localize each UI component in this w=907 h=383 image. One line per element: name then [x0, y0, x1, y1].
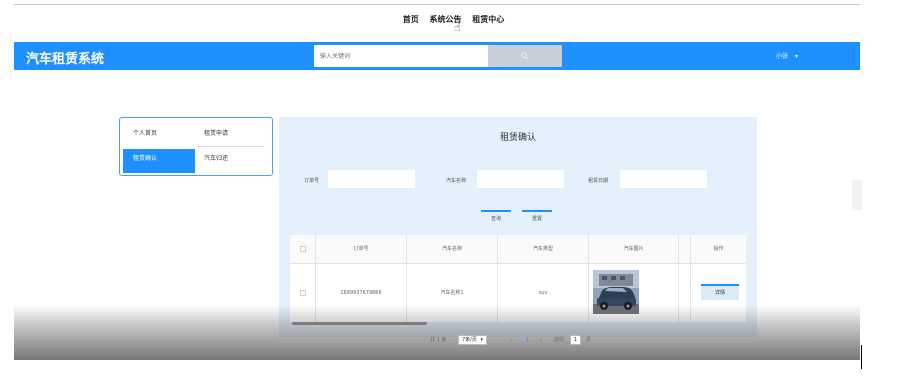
page-size-value: 7条/页 [462, 337, 477, 343]
menu-item-rental-apply[interactable]: 租赁申请 [194, 124, 262, 144]
side-menu: 个人首页 租赁申请 租赁确认 汽车归还 [119, 117, 273, 176]
menu-divider [198, 146, 264, 147]
query-button[interactable]: 查询 [481, 210, 511, 225]
page-title: 租赁确认 [499, 133, 536, 143]
chevron-down-icon: ▾ [480, 337, 483, 343]
search-icon [521, 52, 529, 60]
pager-goto-label: 前往 [554, 337, 565, 343]
pager-next-button[interactable]: › [540, 335, 542, 345]
table-header-select [290, 235, 315, 264]
detail-button[interactable]: 详情 [701, 284, 739, 300]
pager-prev-button[interactable]: ‹ [510, 335, 512, 345]
page-size-select[interactable]: 7条/页 ▾ [458, 335, 487, 345]
window-edge-line [861, 345, 862, 369]
table-header-car-type: 汽车类型 [498, 235, 588, 264]
user-menu[interactable]: 小张 ▾ [776, 51, 798, 60]
table-header-order-no: 订单号 [316, 235, 406, 264]
nav-rental-center[interactable]: 租赁中心 [472, 14, 504, 25]
chevron-down-icon: ▾ [794, 53, 798, 60]
menu-item-car-return[interactable]: 汽车归还 [194, 149, 262, 169]
menu-item-personal-home[interactable]: 个人首页 [123, 124, 191, 144]
bottom-fade-overlay [14, 305, 860, 360]
hand-cursor-icon: ☝ [454, 21, 461, 34]
car-name-label: 汽车名称 [446, 178, 467, 184]
order-no-label: 订单号 [304, 178, 320, 184]
top-divider [14, 4, 860, 5]
menu-item-rental-confirm[interactable]: 租赁确认 [123, 149, 195, 173]
select-all-checkbox[interactable] [299, 245, 306, 252]
search-input[interactable] [314, 45, 488, 67]
pager-total: 共 1 条 [430, 337, 447, 343]
user-name: 小张 [776, 53, 789, 60]
rent-date-label: 租赁日期 [588, 178, 609, 184]
header-bar: 汽车租赁系统 小张 ▾ [14, 42, 860, 70]
car-name-input[interactable] [477, 170, 564, 188]
table-header-spacer [679, 235, 690, 264]
right-edge-shade [852, 180, 862, 210]
table-header-car-image: 汽车图片 [589, 235, 678, 264]
pager-current-page[interactable]: 1 [526, 335, 529, 345]
rent-date-input[interactable] [620, 170, 707, 188]
table-header-car-name: 汽车名称 [407, 235, 497, 264]
reset-button[interactable]: 重置 [522, 210, 552, 225]
brand-title: 汽车租赁系统 [26, 52, 105, 67]
order-no-input[interactable] [328, 170, 415, 188]
pager-goto-input[interactable]: 1 [570, 335, 582, 345]
row-checkbox[interactable] [299, 289, 306, 296]
table-header-actions: 操作 [691, 235, 746, 264]
pager-page-suffix: 页 [586, 337, 592, 343]
search-button[interactable] [488, 45, 562, 67]
nav-home[interactable]: 首页 [403, 14, 419, 25]
